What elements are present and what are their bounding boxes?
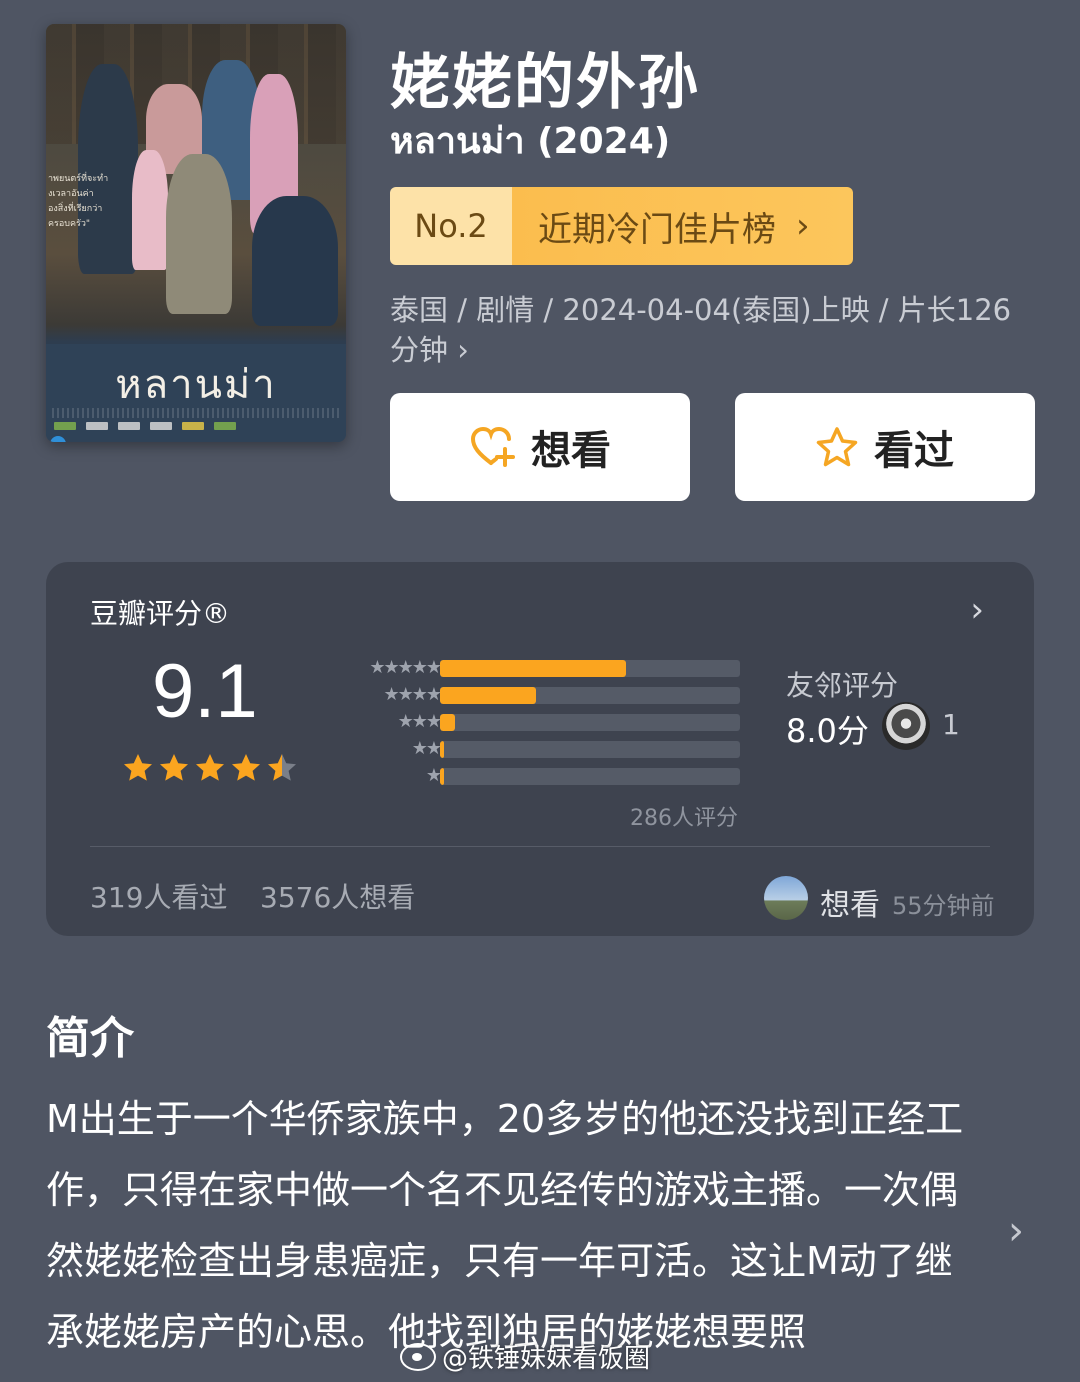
friend-count: 1 <box>942 708 960 741</box>
poster-figure <box>132 150 168 270</box>
rating-distribution-row: ★★★ <box>320 712 750 732</box>
rating-distribution-row: ★★★★ <box>320 685 750 705</box>
star-outline-icon <box>816 426 858 468</box>
distribution-bar <box>440 714 455 731</box>
weibo-icon <box>400 1342 436 1371</box>
star-icon <box>268 754 296 781</box>
star-icon <box>196 754 224 781</box>
movie-title: 姥姥的外孙 <box>390 48 700 118</box>
distribution-track <box>440 687 740 704</box>
distribution-stars: ★ <box>425 765 442 786</box>
heart-plus-icon <box>469 425 515 469</box>
avatar[interactable] <box>764 876 808 920</box>
watermark: @铁锤妹妹看饭圈 <box>400 1338 650 1375</box>
divider <box>90 846 990 847</box>
watermark-text: @铁锤妹妹看饭圈 <box>442 1344 651 1374</box>
star-icon <box>160 754 188 781</box>
rating-count: 286人评分 <box>630 806 738 831</box>
rating-distribution-row: ★★ <box>320 739 750 759</box>
chevron-right-icon: › <box>796 206 810 246</box>
poster-tagline: าพยนตร์ที่จะทำ งเวลาอันค่า องสิ่งที่เรีย… <box>48 174 109 229</box>
rating-distribution-row: ★★★★★ <box>320 658 750 678</box>
synopsis-title: 简介 <box>46 1013 134 1064</box>
want-to-watch-label: 想看 <box>531 428 611 474</box>
rank-number: No.2 <box>390 187 512 265</box>
distribution-stars: ★★ <box>411 738 442 759</box>
movie-poster[interactable]: าพยนตร์ที่จะทำ งเวลาอันค่า องสิ่งที่เรีย… <box>46 24 346 442</box>
movie-meta-info[interactable]: 泰国 / 剧情 / 2024-04-04(泰国)上映 / 片长126分钟 › <box>390 290 1040 370</box>
distribution-track <box>440 741 740 758</box>
poster-title: หลานม่า <box>115 362 277 408</box>
distribution-track <box>440 768 740 785</box>
rating-title: 豆瓣评分® <box>90 597 231 630</box>
rating-card: 豆瓣评分® › 9.1 ★★★★★ ★★★★ ★★★ ★★ ★ 286人评分 友邻评分 … <box>46 562 1034 936</box>
star-icon <box>232 754 260 781</box>
distribution-bar <box>440 768 444 785</box>
rank-list-name: 近期冷门佳片榜 › <box>512 187 853 265</box>
rank-badge[interactable]: No.2 近期冷门佳片榜 › <box>390 187 853 265</box>
rank-list-label: 近期冷门佳片榜 <box>538 209 776 250</box>
watched-button[interactable]: 看过 <box>735 393 1035 501</box>
poster-logos <box>54 420 338 432</box>
chevron-right-icon[interactable]: › <box>1008 1208 1024 1254</box>
friend-activity-action: 想看 <box>820 888 880 923</box>
poster-credits <box>52 408 340 418</box>
rating-distribution-row: ★ <box>320 766 750 786</box>
friend-avatar[interactable] <box>882 702 930 750</box>
poster-figure <box>78 64 138 274</box>
distribution-bar <box>440 687 536 704</box>
distribution-stars: ★★★★★ <box>369 657 442 678</box>
distribution-track <box>440 714 740 731</box>
friend-rating-score: 8.0分 <box>786 712 869 750</box>
star-icon <box>124 754 152 781</box>
poster-figure <box>166 154 232 314</box>
rating-stars <box>122 752 298 784</box>
distribution-track <box>440 660 740 677</box>
friend-rating-label[interactable]: 友邻评分 <box>786 664 898 704</box>
want-count[interactable]: 3576人想看 <box>260 876 415 916</box>
distribution-stars: ★★★★ <box>383 684 442 705</box>
movie-original-title: หลานม่า (2024) <box>390 121 671 162</box>
synopsis-text[interactable]: M出生于一个华侨家族中，20多岁的他还没找到正经工作，只得在家中做一个名不见经传… <box>46 1084 976 1368</box>
rating-score: 9.1 <box>152 649 258 734</box>
chevron-right-icon[interactable]: › <box>970 590 984 630</box>
friend-activity-time: 55分钟前 <box>892 892 995 920</box>
distribution-bar <box>440 660 626 677</box>
want-to-watch-button[interactable]: 想看 <box>390 393 690 501</box>
poster-figure <box>252 196 338 326</box>
distribution-stars: ★★★ <box>397 711 442 732</box>
distribution-bar <box>440 741 444 758</box>
watched-count[interactable]: 319人看过 <box>90 876 227 916</box>
watched-label: 看过 <box>874 428 954 474</box>
